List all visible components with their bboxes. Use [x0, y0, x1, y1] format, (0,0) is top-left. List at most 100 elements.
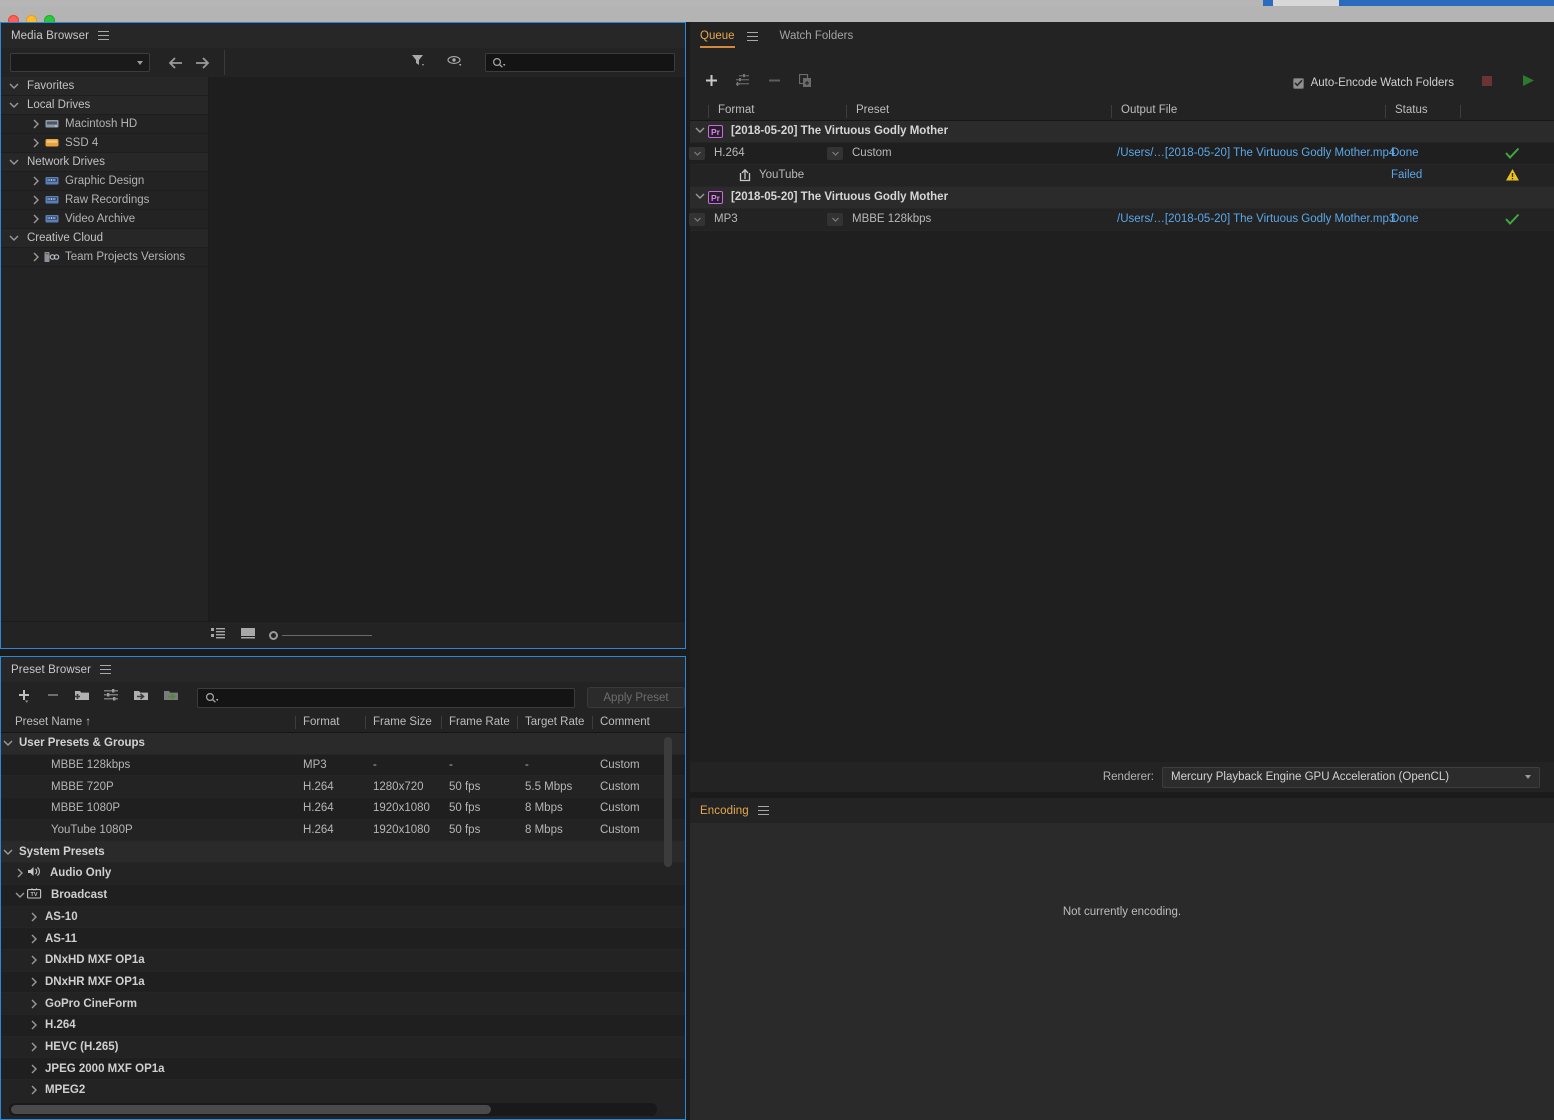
- queue-group-row[interactable]: Pr [2018-05-20] The Virtuous Godly Mother: [690, 121, 1554, 143]
- apply-preset-button[interactable]: Apply Preset: [587, 687, 685, 708]
- queue-publish-row[interactable]: YouTube Failed: [690, 165, 1554, 187]
- tab-queue[interactable]: Queue: [700, 30, 741, 48]
- column-divider[interactable]: [295, 716, 296, 729]
- queue-output-file-link[interactable]: /Users/…[2018-05-20] The Virtuous Godly …: [1117, 213, 1395, 225]
- preset-column-header-frame-size[interactable]: Frame Size: [373, 716, 432, 728]
- preset-search-input[interactable]: [197, 687, 575, 708]
- column-divider[interactable]: [1460, 105, 1461, 118]
- preset-column-header-comment[interactable]: Comment: [600, 716, 650, 728]
- format-dropdown[interactable]: [689, 147, 705, 160]
- preset-row[interactable]: MBBE 128kbps MP3 - - - Custom: [1, 755, 685, 777]
- new-group-icon[interactable]: [74, 688, 90, 707]
- queue-column-header-status[interactable]: Status: [1395, 104, 1428, 116]
- preset-group-row[interactable]: AS-10: [1, 906, 685, 929]
- preset-row[interactable]: YouTube 1080P H.264 1920x1080 50 fps 8 Mbps C…: [1, 819, 685, 842]
- play-triangle-icon[interactable]: [1520, 73, 1536, 93]
- renderer-select[interactable]: Mercury Playback Engine GPU Acceleration…: [1162, 766, 1540, 788]
- queue-column-header-format[interactable]: Format: [718, 104, 754, 116]
- import-preset-icon[interactable]: [133, 688, 149, 707]
- twisty-down-icon[interactable]: [7, 99, 21, 111]
- preset-group-row[interactable]: GoPro CineForm: [1, 993, 685, 1015]
- tree-item-favorites[interactable]: Favorites: [1, 77, 208, 96]
- twisty-right-icon[interactable]: [27, 1041, 41, 1053]
- twisty-right-icon[interactable]: [29, 194, 43, 206]
- queue-group-row[interactable]: Pr [2018-05-20] The Virtuous Godly Mother: [690, 187, 1554, 209]
- list-view-icon[interactable]: [211, 626, 225, 644]
- preset-group-row[interactable]: Audio Only: [1, 863, 685, 885]
- column-divider[interactable]: [1385, 105, 1386, 118]
- eye-icon[interactable]: [447, 54, 463, 72]
- queue-list[interactable]: Pr [2018-05-20] The Virtuous Godly Mother…: [689, 121, 1554, 762]
- column-divider[interactable]: [708, 105, 709, 118]
- hamburger-icon[interactable]: [757, 806, 769, 815]
- tree-item-macintosh-hd[interactable]: Macintosh HD: [1, 115, 208, 134]
- format-dropdown[interactable]: [689, 213, 705, 226]
- tree-item-video-archive[interactable]: Video Archive: [1, 210, 208, 229]
- arrow-left-icon[interactable]: [168, 56, 184, 69]
- stop-square-icon[interactable]: [1480, 74, 1494, 93]
- tree-item-ssd-4[interactable]: SSD 4: [1, 134, 208, 153]
- media-browser-tree[interactable]: Favorites Local Drives Macintosh HD SSD 4 Ne…: [1, 77, 209, 621]
- hamburger-icon[interactable]: [746, 32, 758, 41]
- twisty-right-icon[interactable]: [27, 911, 41, 923]
- twisty-right-icon[interactable]: [29, 175, 43, 187]
- preset-browser-list[interactable]: User Presets & Groups MBBE 128kbps MP3 - - - C…: [1, 733, 685, 1097]
- preset-group-row[interactable]: HEVC (H.265): [1, 1036, 685, 1059]
- preset-column-header-target-rate[interactable]: Target Rate: [525, 716, 584, 728]
- queue-output-row[interactable]: MP3 MBBE 128kbps/Users/…[2018-05-20] The …: [689, 209, 1554, 231]
- twisty-right-icon[interactable]: [29, 137, 43, 149]
- queue-column-header-preset[interactable]: Preset: [856, 104, 889, 116]
- queue-output-row[interactable]: H.264 Custom/Users/…[2018-05-20] The Virt…: [689, 143, 1554, 165]
- preset-browser-horizontal-scrollbar[interactable]: [11, 1105, 491, 1114]
- twisty-right-icon[interactable]: [27, 954, 41, 966]
- preset-group-row[interactable]: DNxHD MXF OP1a: [1, 949, 685, 972]
- twisty-down-icon[interactable]: [7, 80, 21, 92]
- preset-dropdown[interactable]: [827, 147, 843, 160]
- preset-column-header-frame-rate[interactable]: Frame Rate: [449, 716, 510, 728]
- twisty-right-icon[interactable]: [29, 213, 43, 225]
- twisty-right-icon[interactable]: [13, 867, 27, 879]
- queue-column-header-output-file[interactable]: Output File: [1121, 104, 1177, 116]
- preset-browser-vertical-scrollbar[interactable]: [664, 737, 672, 867]
- twisty-down-icon[interactable]: [1, 737, 15, 749]
- path-select[interactable]: [10, 53, 150, 72]
- column-divider[interactable]: [592, 716, 593, 729]
- column-divider[interactable]: [441, 716, 442, 729]
- add-output-icon[interactable]: [736, 74, 751, 92]
- tab-watch-folders[interactable]: Watch Folders: [780, 30, 860, 48]
- hamburger-icon[interactable]: [100, 665, 112, 674]
- zoom-slider-handle[interactable]: [269, 630, 278, 640]
- preset-browser-horizontal-scroll-track[interactable]: [9, 1103, 657, 1116]
- delete-preset-icon[interactable]: [46, 688, 60, 707]
- tree-item-raw-recordings[interactable]: Raw Recordings: [1, 191, 208, 210]
- queue-column-headers[interactable]: Format Preset Output File Status: [690, 102, 1554, 121]
- column-divider[interactable]: [517, 716, 518, 729]
- twisty-right-icon[interactable]: [27, 976, 41, 988]
- twisty-right-icon[interactable]: [27, 933, 41, 945]
- twisty-right-icon[interactable]: [27, 998, 41, 1010]
- zoom-slider-track[interactable]: [282, 634, 372, 636]
- twisty-down-icon[interactable]: [7, 232, 21, 244]
- twisty-right-icon[interactable]: [27, 1084, 41, 1096]
- add-source-icon[interactable]: [704, 73, 719, 93]
- twisty-down-icon[interactable]: [13, 889, 27, 901]
- preset-row[interactable]: MBBE 720P H.264 1280x720 50 fps 5.5 Mbps Cust…: [1, 776, 685, 799]
- funnel-icon[interactable]: [411, 53, 425, 72]
- preset-group-row[interactable]: System Presets: [1, 841, 685, 864]
- twisty-right-icon[interactable]: [29, 118, 43, 130]
- preset-settings-icon[interactable]: [104, 688, 119, 707]
- export-preset-icon[interactable]: [163, 688, 179, 707]
- preset-group-row[interactable]: User Presets & Groups: [1, 733, 685, 755]
- tree-item-local-drives[interactable]: Local Drives: [1, 96, 208, 115]
- twisty-down-icon[interactable]: [1, 846, 15, 858]
- remove-icon[interactable]: [768, 74, 782, 92]
- preset-group-row[interactable]: MPEG2: [1, 1080, 685, 1097]
- left-horizontal-divider[interactable]: [0, 649, 686, 656]
- twisty-down-icon[interactable]: [694, 190, 706, 205]
- hamburger-icon[interactable]: [98, 31, 109, 40]
- thumbnail-view-icon[interactable]: [241, 626, 255, 644]
- preset-group-row[interactable]: H.264: [1, 1015, 685, 1037]
- tree-item-team-projects-versions[interactable]: Team Projects Versions: [1, 248, 208, 267]
- twisty-down-icon[interactable]: [694, 124, 706, 139]
- preset-group-row[interactable]: DNxHR MXF OP1a: [1, 972, 685, 994]
